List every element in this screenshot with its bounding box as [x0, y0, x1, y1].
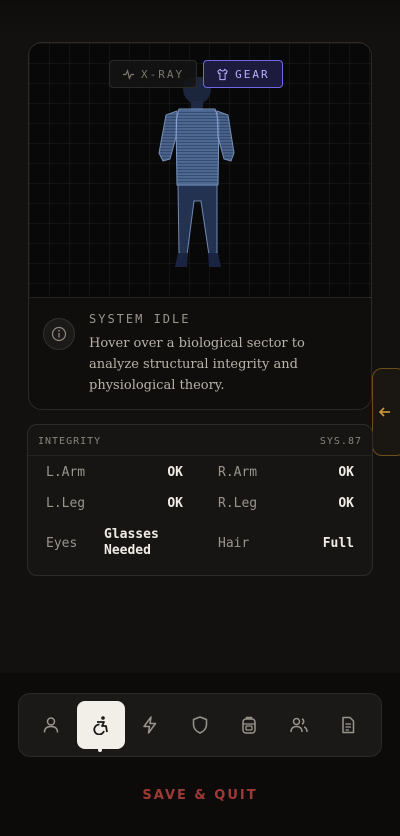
user-icon [43, 717, 59, 733]
human-figure[interactable] [157, 77, 243, 277]
integrity-header: INTEGRITY SYS.87 [28, 425, 372, 456]
integrity-label: Eyes [46, 536, 78, 551]
side-panel-toggle[interactable] [372, 368, 400, 456]
info-text: Hover over a biological sector to analyz… [89, 336, 305, 393]
info-title: SYSTEM IDLE [89, 312, 191, 326]
mode-toggle: X-RAY GEAR [109, 60, 283, 88]
integrity-title: INTEGRITY [38, 436, 102, 447]
integrity-label: R.Arm [218, 465, 258, 480]
shirt-icon [217, 68, 228, 80]
backpack-icon [242, 716, 256, 734]
info-panel: SYSTEM IDLE Hover over a biological sect… [29, 298, 371, 409]
xray-mode-label: X-RAY [141, 67, 185, 81]
left-arm-sector[interactable] [158, 110, 178, 162]
nav-accessibility[interactable] [77, 701, 125, 749]
info-icon [43, 318, 75, 350]
integrity-label: Hair [218, 536, 250, 551]
gear-mode-label: GEAR [235, 67, 270, 81]
integrity-value: Glasses Needed [104, 527, 159, 558]
nav-inventory[interactable] [227, 703, 271, 747]
integrity-label: R.Leg [218, 496, 258, 511]
body-viewer-card: X-RAY GEAR SYSTEM IDLE Hover over a biol… [28, 42, 372, 410]
nav-profile[interactable] [29, 703, 73, 747]
shield-icon [192, 716, 208, 734]
nav-defense[interactable] [178, 703, 222, 747]
integrity-value: OK [338, 496, 354, 511]
integrity-code: SYS.87 [319, 436, 362, 447]
top-fade [0, 0, 400, 40]
integrity-value: OK [167, 465, 183, 480]
arrow-left-icon [378, 407, 390, 417]
save-quit-button[interactable]: SAVE & QUIT [0, 788, 400, 803]
legs-sector[interactable] [177, 184, 218, 256]
left-foot [175, 253, 188, 267]
nav-log[interactable] [326, 703, 370, 747]
integrity-value: OK [338, 465, 354, 480]
active-indicator-dot [98, 748, 102, 752]
nav-energy[interactable] [128, 703, 172, 747]
right-arm-sector[interactable] [216, 110, 235, 162]
pulse-icon [122, 68, 135, 80]
integrity-panel: INTEGRITY SYS.87 L.Arm OK R.Arm OK L.Leg… [27, 424, 373, 576]
users-icon [290, 717, 308, 733]
right-foot [208, 253, 221, 267]
torso-sector[interactable] [175, 108, 220, 186]
integrity-value: OK [167, 496, 183, 511]
integrity-label: L.Arm [46, 465, 86, 480]
integrity-value: Full [322, 536, 354, 551]
accessibility-icon [93, 716, 108, 735]
xray-mode-button[interactable]: X-RAY [109, 60, 198, 88]
bottom-nav [18, 693, 382, 757]
body-viewport: X-RAY GEAR [29, 43, 371, 298]
lightning-icon [143, 716, 157, 734]
nav-party[interactable] [277, 703, 321, 747]
document-icon [342, 716, 355, 734]
gear-mode-button[interactable]: GEAR [203, 60, 283, 88]
integrity-label: L.Leg [46, 496, 86, 511]
